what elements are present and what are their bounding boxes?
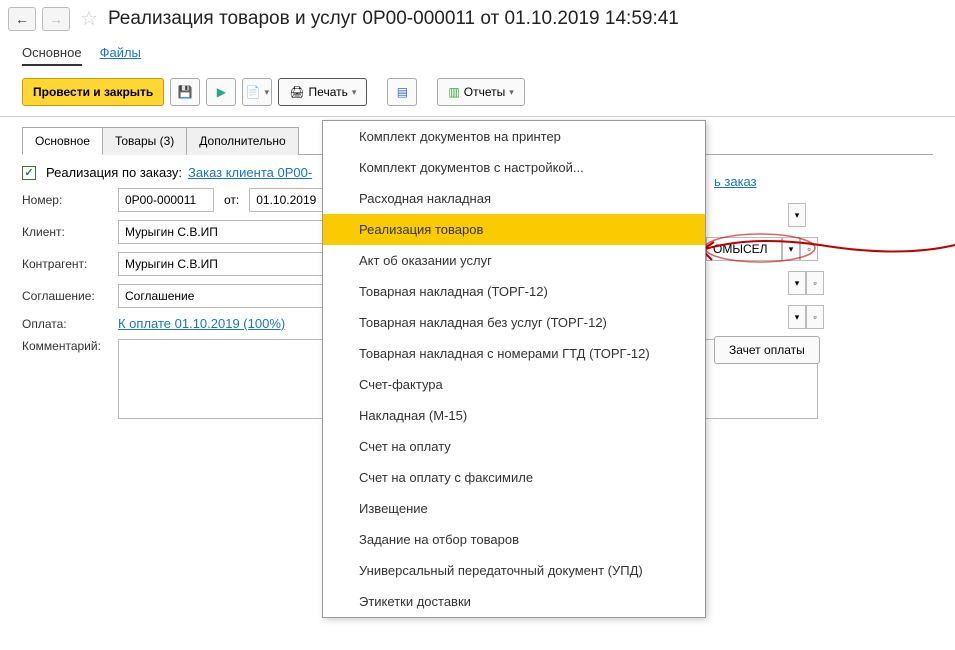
create-based-on-button[interactable]: 📄▾: [242, 78, 272, 106]
list-button[interactable]: ▤: [387, 78, 417, 106]
post-button[interactable]: ▶: [206, 78, 236, 106]
number-input[interactable]: [118, 188, 214, 212]
chart-icon: ▥: [448, 85, 459, 99]
print-menu-item[interactable]: Акт об оказании услуг: [323, 245, 705, 276]
realization-by-order-label: Реализация по заказу:: [46, 165, 182, 180]
dropdown-picker[interactable]: ▾: [782, 237, 800, 261]
client-input[interactable]: [118, 220, 338, 244]
print-menu-item[interactable]: Накладная (М-15): [323, 400, 705, 431]
date-input[interactable]: [249, 188, 329, 212]
client-label: Клиент:: [22, 225, 112, 239]
offset-payment-button[interactable]: Зачет оплаты: [714, 336, 820, 364]
comment-label: Комментарий:: [22, 339, 112, 353]
print-label: Печать: [309, 85, 348, 99]
right-field-input[interactable]: [706, 237, 782, 261]
print-menu-item[interactable]: Этикетки доставки: [323, 586, 705, 617]
open-picker[interactable]: ▫: [800, 237, 818, 261]
print-menu-item[interactable]: Комплект документов на принтер: [323, 121, 705, 152]
print-menu-item[interactable]: Реализация товаров: [323, 214, 705, 245]
page-title: Реализация товаров и услуг 0Р00-000011 о…: [108, 8, 679, 30]
print-menu-item[interactable]: Счет на оплату: [323, 431, 705, 462]
dropdown-picker[interactable]: ▾: [788, 271, 806, 295]
chevron-down-icon: ▾: [352, 87, 357, 98]
dropdown-picker[interactable]: ▾: [788, 203, 806, 227]
back-button[interactable]: ←: [8, 7, 36, 31]
tab-files[interactable]: Файлы: [100, 41, 141, 66]
print-menu-item[interactable]: Товарная накладная (ТОРГ-12): [323, 276, 705, 307]
favorite-star-icon[interactable]: ☆: [80, 6, 98, 31]
forward-button[interactable]: →: [42, 7, 70, 31]
print-menu-item[interactable]: Задание на отбор товаров: [323, 524, 705, 555]
post-and-close-button[interactable]: Провести и закрыть: [22, 78, 164, 106]
print-menu-item[interactable]: Товарная накладная с номерами ГТД (ТОРГ-…: [323, 338, 705, 369]
reports-button[interactable]: ▥ Отчеты ▾: [437, 78, 524, 106]
dropdown-picker[interactable]: ▾: [788, 305, 806, 329]
order-link[interactable]: Заказ клиента 0Р00-: [188, 165, 312, 180]
inner-tab-goods[interactable]: Товары (3): [102, 127, 187, 155]
list-icon: ▤: [397, 85, 408, 99]
payment-link[interactable]: К оплате 01.10.2019 (100%): [118, 316, 285, 331]
print-menu-item[interactable]: Комплект документов с настройкой...: [323, 152, 705, 183]
right-order-link[interactable]: ь заказ: [714, 174, 757, 189]
print-menu-item[interactable]: Счет на оплату с факсимиле: [323, 462, 705, 493]
print-menu-item[interactable]: Товарная накладная без услуг (ТОРГ-12): [323, 307, 705, 338]
post-icon: ▶: [217, 85, 226, 99]
chevron-down-icon: ▾: [509, 87, 514, 98]
print-menu-item[interactable]: Счет-фактура: [323, 369, 705, 400]
open-picker[interactable]: ▫: [806, 271, 824, 295]
inner-tab-extra[interactable]: Дополнительно: [186, 127, 298, 155]
print-button[interactable]: 🖨 Печать ▾: [278, 78, 367, 106]
from-label: от:: [224, 193, 239, 207]
save-icon: 💾: [178, 85, 193, 99]
payment-label: Оплата:: [22, 317, 112, 331]
inner-tab-main[interactable]: Основное: [22, 127, 103, 155]
tab-main[interactable]: Основное: [22, 41, 82, 66]
print-menu-item[interactable]: Расходная накладная: [323, 183, 705, 214]
realization-by-order-checkbox[interactable]: ✓: [22, 166, 36, 180]
number-label: Номер:: [22, 193, 112, 207]
agreement-input[interactable]: [118, 284, 338, 308]
agreement-label: Соглашение:: [22, 289, 112, 303]
doc-icon: 📄: [246, 85, 261, 99]
save-button[interactable]: 💾: [170, 78, 200, 106]
print-menu-item[interactable]: Извещение: [323, 493, 705, 524]
chevron-down-icon: ▾: [265, 87, 270, 98]
printer-icon: 🖨: [289, 85, 304, 99]
reports-label: Отчеты: [464, 85, 505, 99]
open-picker[interactable]: ▫: [806, 305, 824, 329]
print-menu-item[interactable]: Универсальный передаточный документ (УПД…: [323, 555, 705, 586]
counterparty-label: Контрагент:: [22, 257, 112, 271]
counterparty-input[interactable]: [118, 252, 338, 276]
print-dropdown: Комплект документов на принтерКомплект д…: [322, 120, 706, 618]
